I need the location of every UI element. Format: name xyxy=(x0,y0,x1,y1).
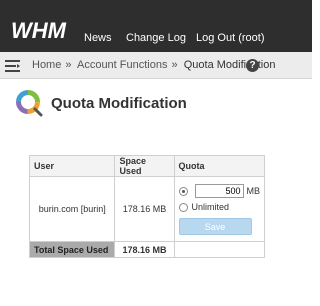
save-button[interactable]: Save xyxy=(178,218,252,235)
total-empty-cell xyxy=(173,241,265,258)
page-title: Quota Modification xyxy=(51,95,187,112)
unlimited-label: Unlimited xyxy=(191,202,230,212)
breadcrumb-separator: » xyxy=(65,59,72,71)
quota-unit-label: MB xyxy=(246,186,261,196)
nav-change-log[interactable]: Change Log xyxy=(126,32,186,44)
help-icon[interactable]: ? xyxy=(246,59,259,72)
column-header-quota: Quota xyxy=(173,155,265,177)
whm-logo[interactable]: WHM xyxy=(11,19,77,43)
breadcrumb-bar: Home » Account Functions » Quota Modific… xyxy=(0,52,312,79)
limited-quota-radio[interactable] xyxy=(178,186,188,196)
breadcrumb-home[interactable]: Home xyxy=(32,59,61,71)
column-header-space-used: Space Used xyxy=(114,155,175,177)
total-row: Total Space Used 178.16 MB xyxy=(28,241,265,258)
quota-table: User Space Used Quota burin.com [burin] … xyxy=(28,155,265,258)
table-header-row: User Space Used Quota xyxy=(28,155,265,177)
space-used-cell: 178.16 MB xyxy=(114,176,175,242)
quota-value-input[interactable] xyxy=(194,184,244,198)
breadcrumb: Home » Account Functions » Quota Modific… xyxy=(32,59,275,71)
total-label-cell: Total Space Used xyxy=(28,241,116,258)
unlimited-quota-radio[interactable] xyxy=(178,202,188,212)
quota-chart-icon xyxy=(16,90,43,117)
breadcrumb-separator: » xyxy=(171,59,178,71)
hamburger-menu-icon[interactable] xyxy=(5,60,20,72)
svg-text:WHM: WHM xyxy=(11,19,67,43)
column-header-user: User xyxy=(28,155,116,177)
nav-news[interactable]: News xyxy=(84,32,112,44)
table-row: burin.com [burin] 178.16 MB MB Unlimited… xyxy=(28,176,265,242)
top-bar: WHM News Change Log Log Out (root) xyxy=(0,0,312,52)
quota-cell: MB Unlimited Save xyxy=(173,176,265,242)
breadcrumb-account-functions[interactable]: Account Functions xyxy=(77,59,168,71)
user-cell: burin.com [burin] xyxy=(28,176,116,242)
total-value-cell: 178.16 MB xyxy=(114,241,175,258)
nav-logout[interactable]: Log Out (root) xyxy=(196,32,264,44)
breadcrumb-current: Quota Modification xyxy=(183,59,276,71)
